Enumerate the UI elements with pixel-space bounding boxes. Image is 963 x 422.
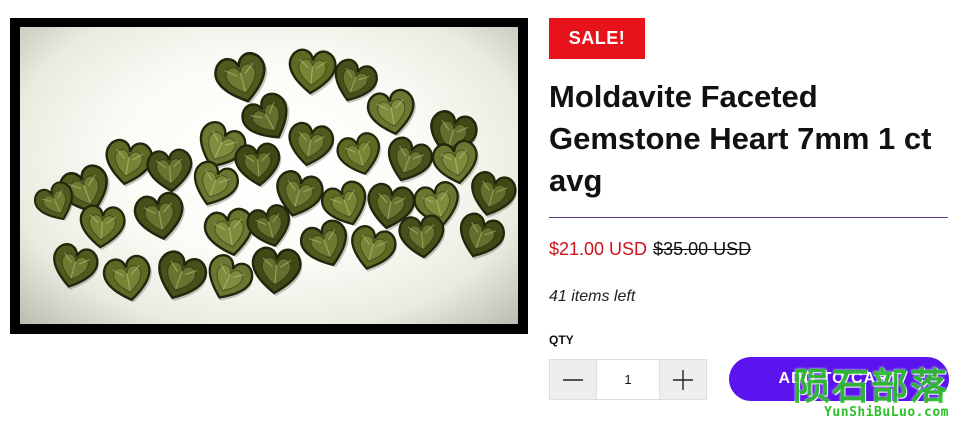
gem-heart — [387, 136, 433, 184]
product-title: Moldavite Faceted Gemstone Heart 7mm 1 c… — [549, 79, 932, 198]
product-image[interactable] — [10, 18, 528, 334]
gem-heart — [234, 142, 282, 188]
gem-heart — [288, 121, 335, 168]
qty-label: QTY — [549, 333, 574, 347]
plus-icon — [673, 369, 693, 390]
gem-heart — [53, 243, 99, 290]
gem-heart — [102, 254, 152, 303]
gem-heart — [288, 48, 338, 97]
original-price: $35.00 USD — [653, 239, 752, 259]
quantity-input[interactable] — [596, 360, 660, 399]
increment-button[interactable] — [660, 360, 706, 399]
gem-heart — [398, 214, 446, 260]
sale-price: $21.00 USD — [549, 239, 648, 259]
gem-heart — [336, 132, 382, 176]
gem-heart — [146, 148, 194, 194]
gem-heart — [158, 250, 208, 302]
gem-heart — [351, 225, 397, 272]
gem-heart — [193, 160, 239, 208]
gem-heart — [366, 88, 416, 137]
watermark-url: YunShiBuLuo.com — [824, 405, 949, 420]
decrement-button[interactable] — [550, 360, 596, 399]
sale-badge: SALE! — [549, 18, 645, 59]
divider — [549, 217, 948, 218]
gem-heart — [79, 204, 127, 251]
gem-heart — [251, 246, 303, 297]
quantity-stepper — [549, 359, 707, 400]
add-to-cart-button[interactable]: ADD TO CART — [729, 357, 949, 401]
minus-icon — [563, 378, 583, 381]
gem-heart — [133, 191, 185, 242]
product-photo — [20, 27, 518, 324]
gem-heart — [459, 212, 505, 260]
gemstone-hearts-illustration — [33, 48, 517, 303]
price-row: $21.00 USD $35.00 USD — [549, 239, 751, 260]
stock-remaining: 41 items left — [549, 288, 636, 305]
gem-heart — [208, 254, 254, 301]
gem-heart — [299, 219, 349, 267]
